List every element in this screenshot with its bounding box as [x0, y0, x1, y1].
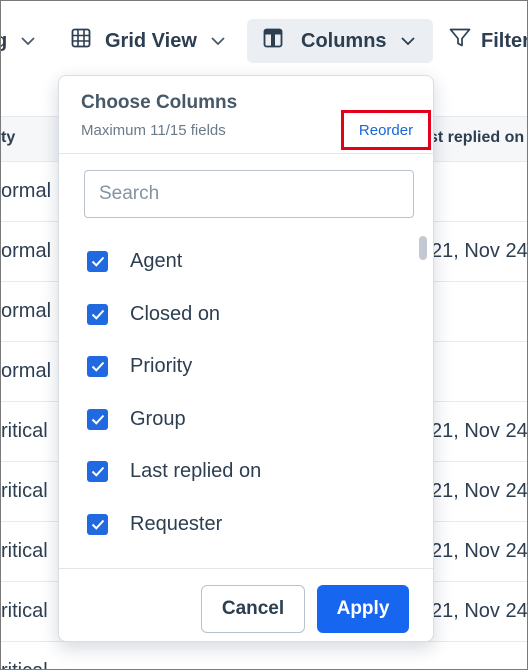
column-option-last-replied-on[interactable]: Last replied on [87, 456, 261, 486]
column-option-agent[interactable]: Agent [87, 246, 182, 276]
apply-button[interactable]: Apply [317, 585, 409, 633]
popover-title: Choose Columns [81, 92, 238, 113]
priority-cell: ritical [1, 660, 48, 669]
column-option-label: Priority [130, 354, 193, 377]
column-option-closed-on[interactable]: Closed on [87, 299, 220, 329]
checkbox-checked-icon[interactable] [87, 303, 108, 325]
last-replied-cell: 21, Nov 24 [431, 480, 528, 502]
last-replied-cell: 21, Nov 24 [431, 240, 528, 262]
column-option-label: Group [130, 407, 186, 430]
priority-cell: ritical [1, 480, 48, 502]
checkbox-checked-icon[interactable] [87, 408, 108, 430]
sort-dropdown[interactable]: g [1, 19, 47, 63]
grid-view-label: Grid View [105, 29, 197, 52]
column-option-priority[interactable]: Priority [87, 351, 192, 381]
column-option-requester[interactable]: Requester [87, 509, 222, 539]
field-limit-text: Maximum 11/15 fields [81, 122, 226, 139]
chevron-down-icon [211, 33, 225, 49]
column-list: Agent Closed on Priority Group Last repl… [59, 236, 433, 566]
priority-cell: ormal [1, 300, 52, 322]
cancel-button[interactable]: Cancel [201, 585, 305, 633]
checkbox-checked-icon[interactable] [87, 250, 108, 272]
checkbox-checked-icon[interactable] [87, 460, 108, 482]
column-header-priority[interactable]: ty [1, 129, 15, 147]
last-replied-cell: 21, Nov 24 [431, 420, 528, 442]
priority-cell: ritical [1, 420, 48, 442]
column-option-group[interactable]: Group [87, 404, 186, 434]
grid-view-dropdown[interactable]: Grid View [71, 19, 225, 63]
column-header-last-replied[interactable]: st replied on [429, 129, 524, 147]
priority-cell: ormal [1, 240, 52, 262]
chevron-down-icon [400, 33, 415, 49]
popover-footer: Cancel Apply [59, 568, 433, 642]
grid-icon [71, 28, 91, 54]
filter-label: Filter [481, 29, 528, 52]
priority-cell: ritical [1, 600, 48, 622]
priority-cell: ritical [1, 540, 48, 562]
priority-cell: ormal [1, 360, 52, 382]
chevron-down-icon [21, 33, 35, 49]
column-option-label: Requester [130, 512, 223, 535]
reorder-link[interactable]: Reorder [341, 110, 431, 150]
search-input[interactable] [84, 170, 414, 218]
checkbox-checked-icon[interactable] [87, 513, 108, 535]
column-option-label: Closed on [130, 302, 221, 325]
last-replied-cell: 21, Nov 24 [431, 600, 528, 622]
last-replied-cell: 21, Nov 24 [431, 540, 528, 562]
table-row[interactable]: ritical [1, 642, 527, 669]
toolbar: g Grid View Columns [1, 1, 528, 81]
checkbox-checked-icon[interactable] [87, 355, 108, 377]
popover-header: Choose Columns Maximum 11/15 fields Reor… [59, 76, 433, 154]
column-option-label: Agent [130, 249, 183, 272]
columns-icon [263, 28, 283, 54]
filter-icon [449, 28, 471, 54]
columns-label: Columns [301, 29, 387, 52]
filter-button[interactable]: Filter [449, 19, 528, 63]
column-option-label: Last replied on [130, 459, 262, 482]
app-frame: g Grid View Columns [0, 0, 528, 670]
columns-dropdown[interactable]: Columns [247, 19, 433, 63]
choose-columns-popover: Choose Columns Maximum 11/15 fields Reor… [58, 75, 434, 642]
sort-label: g [1, 30, 7, 53]
priority-cell: ormal [1, 180, 52, 202]
